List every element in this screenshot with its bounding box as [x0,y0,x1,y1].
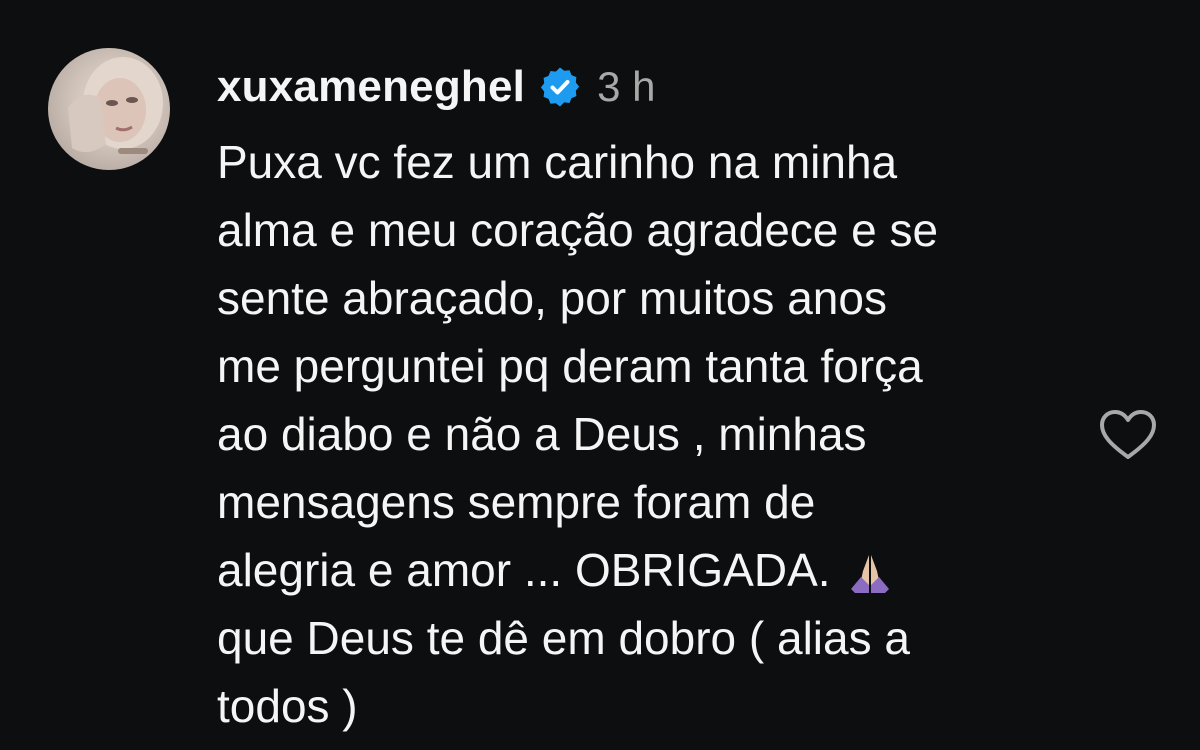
heart-outline-icon [1100,410,1156,459]
verified-badge-icon [539,66,581,108]
like-button[interactable] [1098,408,1158,462]
avatar-image [68,57,163,154]
avatar[interactable] [48,48,170,170]
comment-line: sente abraçado, por muitos anos [217,272,887,324]
timestamp: 3 h [597,63,656,110]
folded-hands-emoji-icon [847,545,893,593]
comment-line: ao diabo e não a Deus , minhas [217,408,867,460]
comment-line: que Deus te dê em dobro ( alias a [217,612,910,664]
comment-text: Puxa vc fez um carinho na minha alma e m… [217,128,1077,740]
comment-line-with-emoji: alegria e amor ... OBRIGADA. [217,536,1077,604]
username[interactable]: xuxameneghel [217,62,525,112]
comment-line: mensagens sempre foram de [217,476,816,528]
comment-line: alma e meu coração agradece e se [217,204,939,256]
comment-line: todos ) [217,680,358,732]
comment: xuxameneghel 3 h Puxa vc fez um carinho … [0,0,1200,750]
comment-header: xuxameneghel 3 h [217,54,655,120]
comment-line: Puxa vc fez um carinho na minha [217,136,898,188]
comment-line: alegria e amor ... OBRIGADA. [217,544,831,596]
comment-line: me perguntei pq deram tanta força [217,340,923,392]
